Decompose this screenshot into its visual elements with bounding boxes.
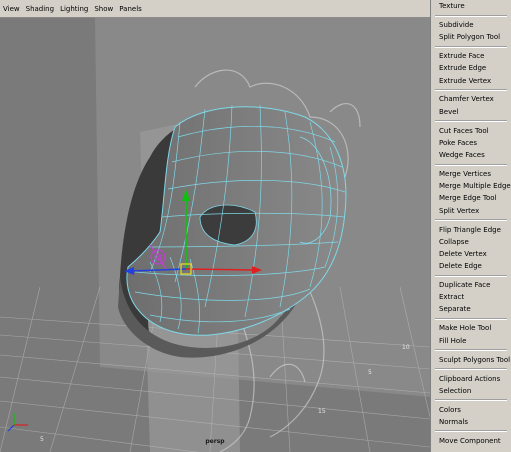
- menu-item-bevel[interactable]: Bevel: [431, 106, 511, 118]
- menu-item-flip-triangle-edge[interactable]: Flip Triangle Edge: [431, 224, 511, 236]
- menu-item-extract[interactable]: Extract: [431, 291, 511, 303]
- menu-separator: [435, 317, 507, 320]
- view-axis-indicator: [7, 413, 28, 432]
- viewport-menubar: View Shading Lighting Show Panels: [0, 0, 430, 18]
- grid-label: 15: [318, 408, 326, 415]
- menu-item-cut-faces-tool[interactable]: Cut Faces Tool: [431, 125, 511, 137]
- menu-separator: [435, 399, 507, 402]
- menu-item-chamfer-vertex[interactable]: Chamfer Vertex: [431, 93, 511, 105]
- menu-item-duplicate-face[interactable]: Duplicate Face: [431, 279, 511, 291]
- menu-item-separate[interactable]: Separate: [431, 303, 511, 315]
- polygon-edit-marking-menu: Texture Subdivide Split Polygon Tool Extrud…: [430, 0, 511, 452]
- menu-separator: [435, 14, 507, 17]
- menu-item-make-hole-tool[interactable]: Make Hole Tool: [431, 322, 511, 334]
- menu-separator: [435, 163, 507, 166]
- menu-panels[interactable]: Panels: [116, 5, 145, 13]
- menu-separator: [435, 89, 507, 92]
- menu-separator: [435, 368, 507, 371]
- menu-separator: [435, 219, 507, 222]
- menu-item-subdivide[interactable]: Subdivide: [431, 19, 511, 31]
- menu-item-merge-multiple-edges[interactable]: Merge Multiple Edges: [431, 180, 511, 192]
- menu-separator: [435, 274, 507, 277]
- menu-item-texture[interactable]: Texture: [431, 0, 511, 12]
- menu-show[interactable]: Show: [91, 5, 116, 13]
- menu-item-wedge-faces[interactable]: Wedge Faces: [431, 149, 511, 161]
- menu-lighting[interactable]: Lighting: [57, 5, 91, 13]
- menu-item-split-polygon-tool[interactable]: Split Polygon Tool: [431, 31, 511, 43]
- menu-item-fill-hole[interactable]: Fill Hole: [431, 335, 511, 347]
- menu-item-normals[interactable]: Normals: [431, 416, 511, 428]
- menu-item-clipboard-actions[interactable]: Clipboard Actions: [431, 373, 511, 385]
- menu-item-extrude-face[interactable]: Extrude Face: [431, 50, 511, 62]
- menu-item-poke-faces[interactable]: Poke Faces: [431, 137, 511, 149]
- menu-separator: [435, 45, 507, 48]
- menu-separator: [435, 430, 507, 433]
- menu-item-delete-edge[interactable]: Delete Edge: [431, 260, 511, 272]
- menu-item-split-vertex[interactable]: Split Vertex: [431, 205, 511, 217]
- menu-view[interactable]: View: [0, 5, 23, 13]
- menu-item-move-component[interactable]: Move Component: [431, 435, 511, 447]
- grid-label: 5: [368, 369, 372, 376]
- scene-canvas[interactable]: [0, 17, 430, 452]
- menu-item-collapse[interactable]: Collapse: [431, 236, 511, 248]
- grid-label: 10: [402, 344, 410, 351]
- menu-separator: [435, 349, 507, 352]
- menu-item-merge-vertices[interactable]: Merge Vertices: [431, 168, 511, 180]
- menu-item-extrude-edge[interactable]: Extrude Edge: [431, 62, 511, 74]
- perspective-viewport[interactable]: View Shading Lighting Show Panels 10 5 1…: [0, 0, 430, 452]
- menu-shading[interactable]: Shading: [23, 5, 57, 13]
- menu-item-selection[interactable]: Selection: [431, 385, 511, 397]
- camera-label: persp: [205, 438, 225, 445]
- menu-item-colors[interactable]: Colors: [431, 404, 511, 416]
- menu-item-extrude-vertex[interactable]: Extrude Vertex: [431, 75, 511, 87]
- menu-item-delete-vertex[interactable]: Delete Vertex: [431, 248, 511, 260]
- menu-item-sculpt-polygons-tool[interactable]: Sculpt Polygons Tool: [431, 354, 511, 366]
- menu-separator: [435, 120, 507, 123]
- menu-item-merge-edge-tool[interactable]: Merge Edge Tool: [431, 192, 511, 204]
